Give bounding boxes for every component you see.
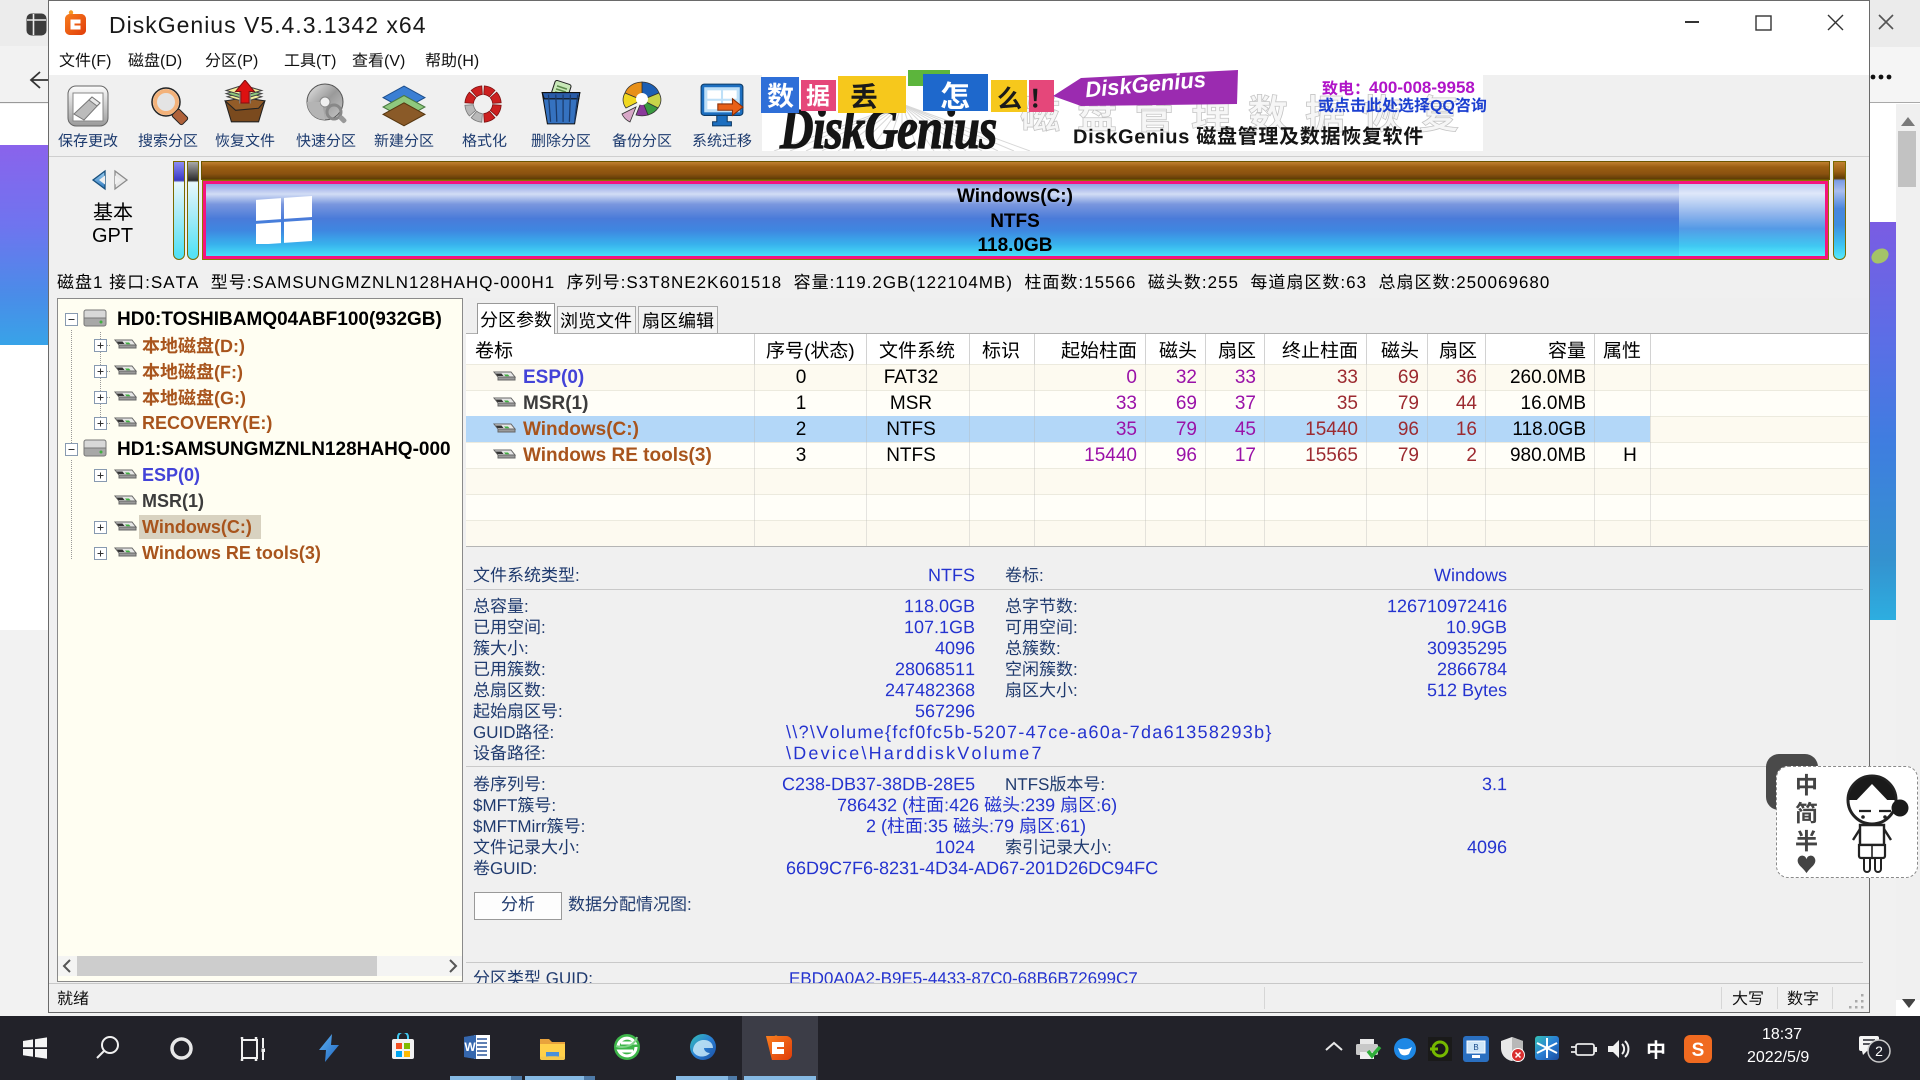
svg-text:W: W	[464, 1040, 476, 1054]
svg-text:B: B	[1473, 1043, 1478, 1052]
svg-text:S: S	[1692, 1040, 1705, 1061]
svg-text:2: 2	[1875, 1043, 1883, 1059]
